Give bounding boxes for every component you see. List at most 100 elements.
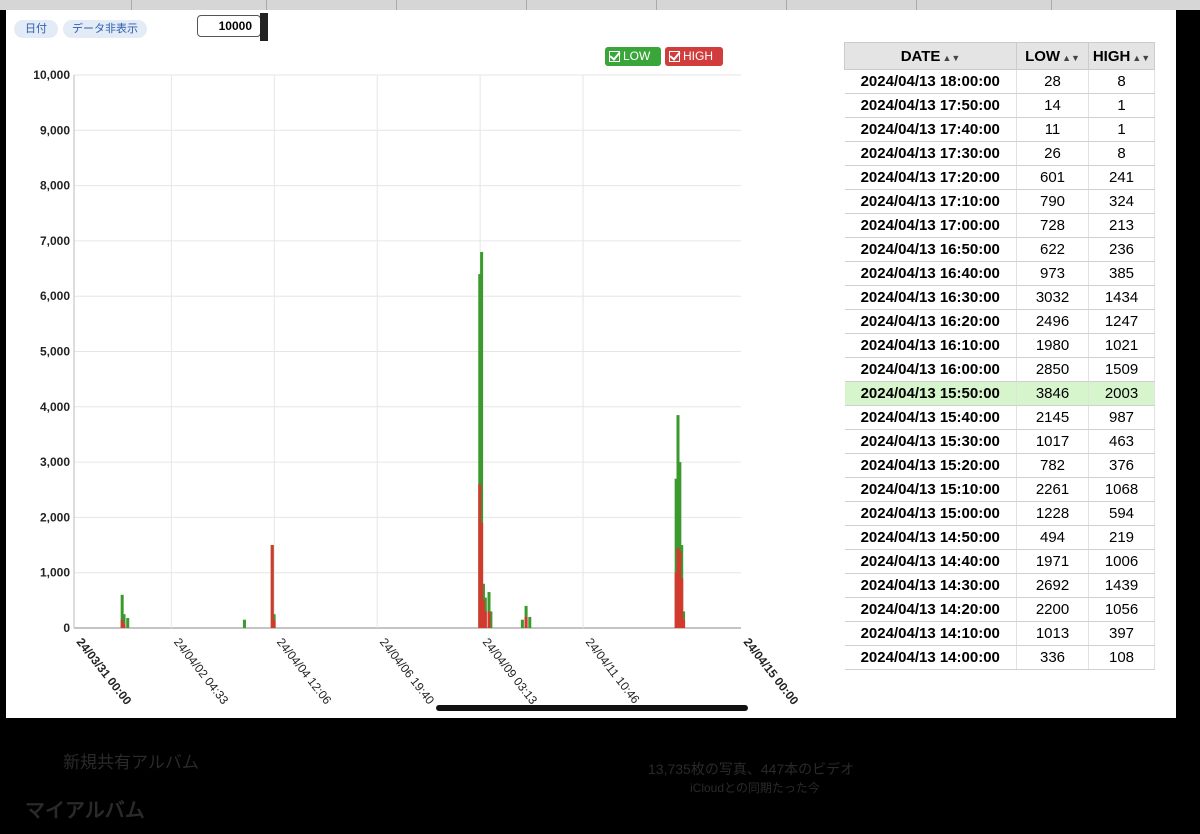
- high-cell: 1056: [1088, 597, 1155, 622]
- hide-data-button[interactable]: データ非表示: [63, 20, 147, 38]
- low-cell: 2261: [1016, 477, 1089, 502]
- y-tick-label: 1,000: [40, 566, 70, 580]
- bar-low: [126, 618, 130, 628]
- chart-panel: 日付 データ非表示 LOW HIGH 0 1,000 2,000 3,000 4,000…: [6, 10, 1176, 718]
- date-cell: 2024/04/13 17:00:00: [844, 213, 1017, 238]
- table-row[interactable]: 2024/04/13 16:10:00 1980 1021: [844, 333, 1155, 358]
- date-cell: 2024/04/13 14:30:00: [844, 573, 1017, 598]
- column-header-date[interactable]: DATE ▲▼: [844, 42, 1017, 70]
- max-value-input[interactable]: [197, 15, 261, 37]
- low-cell: 2496: [1016, 309, 1089, 334]
- table-row[interactable]: 2024/04/13 16:00:00 2850 1509: [844, 357, 1155, 382]
- data-table: DATE ▲▼ LOW ▲▼ HIGH ▲▼ 2024/04/13 18:00:00 2…: [844, 42, 1156, 682]
- home-indicator[interactable]: [436, 705, 748, 711]
- bar-high: [682, 619, 686, 628]
- table-row[interactable]: 2024/04/13 16:50:00 622 236: [844, 237, 1155, 262]
- low-cell: 3032: [1016, 285, 1089, 310]
- checkbox-icon: [669, 51, 680, 62]
- table-row[interactable]: 2024/04/13 17:00:00 728 213: [844, 213, 1155, 238]
- high-cell: 213: [1088, 213, 1155, 238]
- high-cell: 8: [1088, 141, 1155, 166]
- table-row[interactable]: 2024/04/13 16:40:00 973 385: [844, 261, 1155, 286]
- column-header-high[interactable]: HIGH ▲▼: [1088, 42, 1155, 70]
- low-cell: 494: [1016, 525, 1089, 550]
- table-row[interactable]: 2024/04/13 15:30:00 1017 463: [844, 429, 1155, 454]
- checkbox-icon: [609, 51, 620, 62]
- top-tab-strip: [0, 0, 1200, 10]
- date-cell: 2024/04/13 16:30:00: [844, 285, 1017, 310]
- low-cell: 2850: [1016, 357, 1089, 382]
- legend-low-toggle[interactable]: LOW: [605, 47, 661, 66]
- y-tick-label: 8,000: [40, 179, 70, 193]
- table-row[interactable]: 2024/04/13 17:10:00 790 324: [844, 189, 1155, 214]
- bar-high: [270, 545, 274, 628]
- date-cell: 2024/04/13 17:40:00: [844, 117, 1017, 142]
- x-tick-label: 24/04/06 19:40: [377, 635, 438, 707]
- x-tick-label: 24/04/04 12:06: [274, 635, 335, 707]
- high-cell: 1509: [1088, 357, 1155, 382]
- tab-divider: [130, 0, 132, 10]
- high-cell: 1: [1088, 93, 1155, 118]
- low-cell: 14: [1016, 93, 1089, 118]
- sort-icon: ▲▼: [942, 52, 961, 63]
- tab-divider: [655, 0, 657, 10]
- table-row[interactable]: 2024/04/13 14:50:00 494 219: [844, 525, 1155, 550]
- date-cell: 2024/04/13 16:10:00: [844, 333, 1017, 358]
- low-cell: 2692: [1016, 573, 1089, 598]
- table-row[interactable]: 2024/04/13 18:00:00 28 8: [844, 69, 1155, 94]
- date-cell: 2024/04/13 16:00:00: [844, 357, 1017, 382]
- high-cell: 463: [1088, 429, 1155, 454]
- table-row[interactable]: 2024/04/13 16:20:00 2496 1247: [844, 309, 1155, 334]
- bar-high: [487, 611, 491, 628]
- sort-icon: ▲▼: [1132, 52, 1151, 63]
- date-button[interactable]: 日付: [14, 20, 58, 38]
- date-cell: 2024/04/13 15:20:00: [844, 453, 1017, 478]
- legend-high-label: HIGH: [683, 49, 713, 63]
- legend-high-toggle[interactable]: HIGH: [665, 47, 723, 66]
- low-cell: 973: [1016, 261, 1089, 286]
- low-cell: 28: [1016, 69, 1089, 94]
- sort-icon: ▲▼: [1062, 52, 1080, 63]
- background-icloud-status: iCloudとの同期たった今: [690, 781, 820, 795]
- high-cell: 2003: [1088, 381, 1155, 406]
- high-cell: 594: [1088, 501, 1155, 526]
- table-row[interactable]: 2024/04/13 15:10:00 2261 1068: [844, 477, 1155, 502]
- table-row[interactable]: 2024/04/13 15:50:00 3846 2003: [844, 381, 1155, 406]
- low-cell: 1017: [1016, 429, 1089, 454]
- table-row[interactable]: 2024/04/13 17:20:00 601 241: [844, 165, 1155, 190]
- table-row[interactable]: 2024/04/13 14:10:00 1013 397: [844, 621, 1155, 646]
- table-row[interactable]: 2024/04/13 17:40:00 11 1: [844, 117, 1155, 142]
- background-my-album: マイアルバム: [25, 800, 145, 822]
- table-row[interactable]: 2024/04/13 16:30:00 3032 1434: [844, 285, 1155, 310]
- table-row[interactable]: 2024/04/13 15:00:00 1228 594: [844, 501, 1155, 526]
- table-row[interactable]: 2024/04/13 15:40:00 2145 987: [844, 405, 1155, 430]
- y-tick-label: 7,000: [40, 234, 70, 248]
- table-row[interactable]: 2024/04/13 17:50:00 14 1: [844, 93, 1155, 118]
- x-tick-label: 24/04/11 10:46: [583, 635, 643, 706]
- low-cell: 26: [1016, 141, 1089, 166]
- y-tick-label: 6,000: [40, 289, 70, 303]
- high-cell: 8: [1088, 69, 1155, 94]
- column-header-low[interactable]: LOW ▲▼: [1016, 42, 1089, 70]
- date-cell: 2024/04/13 14:50:00: [844, 525, 1017, 550]
- high-cell: 376: [1088, 453, 1155, 478]
- date-cell: 2024/04/13 17:50:00: [844, 93, 1017, 118]
- tab-divider: [915, 0, 917, 10]
- table-row[interactable]: 2024/04/13 14:40:00 1971 1006: [844, 549, 1155, 574]
- bar-high: [524, 616, 528, 628]
- bar-high: [272, 619, 276, 628]
- x-tick-label: 24/04/02 04:33: [171, 635, 232, 707]
- tab-divider: [525, 0, 527, 10]
- table-row[interactable]: 2024/04/13 14:20:00 2200 1056: [844, 597, 1155, 622]
- y-tick-label: 2,000: [40, 510, 70, 524]
- high-cell: 397: [1088, 621, 1155, 646]
- tab-divider: [785, 0, 787, 10]
- table-row[interactable]: 2024/04/13 15:20:00 782 376: [844, 453, 1155, 478]
- table-row[interactable]: 2024/04/13 14:30:00 2692 1439: [844, 573, 1155, 598]
- x-tick-label: 24/04/09 03:13: [480, 635, 541, 707]
- table-row[interactable]: 2024/04/13 17:30:00 26 8: [844, 141, 1155, 166]
- table-row[interactable]: 2024/04/13 14:00:00 336 108: [844, 645, 1155, 670]
- low-cell: 790: [1016, 189, 1089, 214]
- high-cell: 324: [1088, 189, 1155, 214]
- number-stepper[interactable]: [260, 13, 268, 41]
